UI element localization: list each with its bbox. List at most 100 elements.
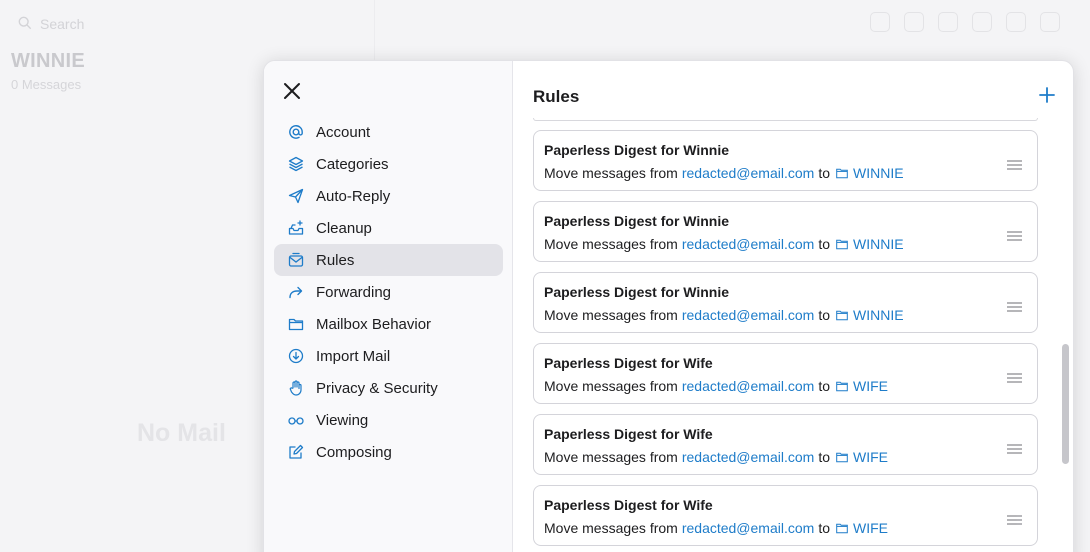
background-search: Search [10, 9, 370, 39]
hand-icon [288, 380, 304, 396]
rule-name: Paperless Digest for Wife [544, 355, 713, 371]
sidebar-item-viewing[interactable]: Viewing [274, 404, 503, 436]
rule-joiner: to [818, 449, 831, 465]
envelope-rules-icon [288, 252, 304, 268]
rule-email-link[interactable]: redacted@email.com [682, 165, 815, 181]
glasses-icon [288, 412, 304, 428]
rule-card[interactable]: Paperless Digest for Wife Move messages … [533, 343, 1038, 404]
background-search-placeholder: Search [40, 16, 85, 32]
page-title: Rules [533, 87, 580, 106]
rules-list: Paperless Digest for Winnie Move message… [533, 118, 1038, 552]
rule-name: Paperless Digest for Wife [544, 497, 713, 513]
rule-card[interactable]: Paperless Digest for Wife Move messages … [533, 414, 1038, 475]
rule-name: Paperless Digest for Winnie [544, 284, 730, 300]
rule-joiner: to [818, 165, 831, 181]
rules-panel: Rules Paperless Digest for Winnie Move m… [513, 61, 1073, 552]
forward-arrow-icon [288, 284, 304, 300]
sidebar-item-mailbox-behavior[interactable]: Mailbox Behavior [274, 308, 503, 340]
background-mailbox-title: WINNIE [11, 50, 86, 72]
sidebar-item-account[interactable]: Account [274, 116, 503, 148]
rule-card[interactable]: Paperless Digest for Winnie Move message… [533, 130, 1038, 191]
rule-description: Move messages from redacted@email.com to… [544, 307, 1027, 323]
sidebar-item-label: Account [316, 123, 371, 141]
sidebar-item-label: Mailbox Behavior [316, 315, 432, 333]
rule-folder-link[interactable]: WINNIE [836, 236, 904, 252]
background-empty-text: No Mail [137, 419, 226, 447]
rule-card[interactable]: Paperless Digest for Winnie Move message… [533, 201, 1038, 262]
rule-folder-link[interactable]: WINNIE [836, 165, 904, 181]
drag-handle[interactable] [1007, 157, 1022, 170]
drag-handle[interactable] [1007, 299, 1022, 312]
rule-description: Move messages from redacted@email.com to… [544, 236, 1027, 252]
drag-handle-icon [1007, 444, 1022, 454]
background-mailbox-count: 0 Messages [11, 77, 82, 92]
sidebar-item-rules[interactable]: Rules [274, 244, 503, 276]
sidebar-item-label: Cleanup [316, 219, 372, 237]
layers-icon [288, 156, 304, 172]
rule-card[interactable]: Paperless Digest for Wife Move messages … [533, 485, 1038, 546]
search-icon [18, 16, 32, 33]
sidebar-item-categories[interactable]: Categories [274, 148, 503, 180]
rule-folder-link[interactable]: WIFE [836, 449, 888, 465]
rule-email-link[interactable]: redacted@email.com [682, 378, 815, 394]
rule-joiner: to [818, 378, 831, 394]
rule-folder-name: WIFE [853, 449, 889, 465]
drag-handle[interactable] [1007, 441, 1022, 454]
plus-icon [1039, 87, 1055, 103]
toolbar-icon [904, 12, 924, 32]
rule-card[interactable]: Paperless Digest for Winnie Move message… [533, 272, 1038, 333]
sidebar-item-label: Privacy & Security [316, 379, 438, 397]
folder-icon [836, 239, 848, 249]
scrollbar-track[interactable] [1062, 117, 1070, 552]
rule-description: Move messages from redacted@email.com to… [544, 378, 1027, 394]
rule-folder-name: WINNIE [853, 165, 904, 181]
rule-folder-link[interactable]: WIFE [836, 378, 888, 394]
folder-icon [836, 381, 848, 391]
sidebar-item-label: Auto-Reply [316, 187, 391, 205]
toolbar-icon [938, 12, 958, 32]
sidebar-item-label: Viewing [316, 411, 369, 429]
rule-prefix: Move messages from [544, 236, 678, 252]
sidebar-item-auto-reply[interactable]: Auto-Reply [274, 180, 503, 212]
background-divider [374, 0, 375, 60]
rule-folder-name: WINNIE [853, 307, 904, 323]
sidebar-item-cleanup[interactable]: Cleanup [274, 212, 503, 244]
rule-email-link[interactable]: redacted@email.com [682, 307, 815, 323]
compose-icon [288, 444, 304, 460]
sidebar-item-forwarding[interactable]: Forwarding [274, 276, 503, 308]
drag-handle-icon [1007, 160, 1022, 170]
drag-handle-icon [1007, 231, 1022, 241]
rule-email-link[interactable]: redacted@email.com [682, 236, 815, 252]
sidebar-item-import-mail[interactable]: Import Mail [274, 340, 503, 372]
rule-folder-link[interactable]: WINNIE [836, 307, 904, 323]
drag-handle[interactable] [1007, 370, 1022, 383]
drag-handle[interactable] [1007, 512, 1022, 525]
sidebar-item-label: Categories [316, 155, 389, 173]
rule-joiner: to [818, 520, 831, 536]
close-icon [284, 83, 300, 99]
rule-email-link[interactable]: redacted@email.com [682, 449, 815, 465]
folder-icon [836, 452, 848, 462]
sidebar-item-privacy-security[interactable]: Privacy & Security [274, 372, 503, 404]
close-button[interactable] [282, 81, 302, 101]
rule-prefix: Move messages from [544, 520, 678, 536]
sidebar-item-label: Import Mail [316, 347, 391, 365]
rule-folder-link[interactable]: WIFE [836, 520, 888, 536]
sidebar-item-composing[interactable]: Composing [274, 436, 503, 468]
rule-folder-name: WIFE [853, 520, 889, 536]
folder-icon [836, 168, 848, 178]
settings-sidebar: Account Categories Auto-Reply Cleanup Ru… [264, 61, 513, 552]
rule-name: Paperless Digest for Winnie [544, 142, 730, 158]
rule-description: Move messages from redacted@email.com to… [544, 520, 1027, 536]
scrollbar-thumb[interactable] [1062, 344, 1069, 464]
rule-email-link[interactable]: redacted@email.com [682, 520, 815, 536]
drag-handle[interactable] [1007, 228, 1022, 241]
rule-joiner: to [818, 307, 831, 323]
rule-prefix: Move messages from [544, 378, 678, 394]
drag-handle-icon [1007, 302, 1022, 312]
add-rule-button[interactable] [1037, 85, 1057, 105]
rule-description: Move messages from redacted@email.com to… [544, 165, 1027, 181]
sidebar-item-label: Rules [316, 251, 355, 269]
rule-prefix: Move messages from [544, 307, 678, 323]
rule-prefix: Move messages from [544, 165, 678, 181]
